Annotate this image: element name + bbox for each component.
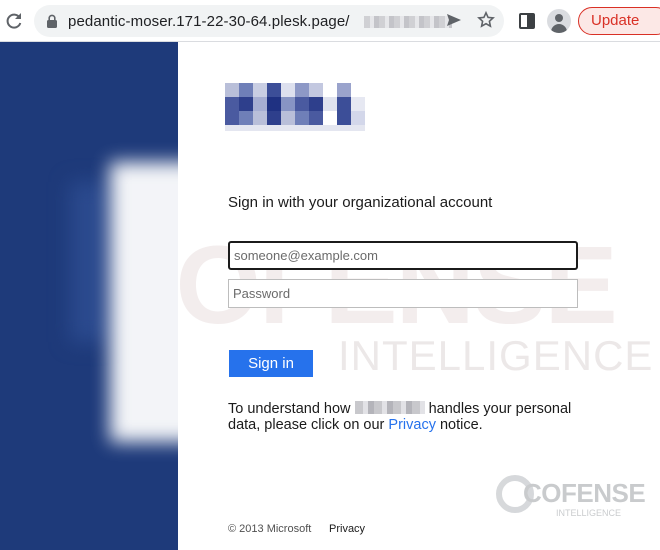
browser-toolbar: pedantic-moser.171-22-30-64.plesk.page/ … — [0, 0, 660, 42]
signin-button[interactable]: Sign in — [229, 350, 313, 377]
star-icon[interactable] — [476, 10, 496, 31]
brand-panel — [0, 42, 178, 550]
password-field[interactable] — [228, 279, 578, 308]
profile-icon[interactable] — [547, 9, 571, 33]
privacy-notice-link[interactable]: Privacy — [388, 417, 436, 433]
lock-icon[interactable] — [46, 14, 58, 28]
url-text[interactable]: pedantic-moser.171-22-30-64.plesk.page/ — [68, 13, 350, 30]
send-icon[interactable] — [444, 11, 464, 31]
redacted-company-name — [354, 401, 425, 414]
address-bar[interactable]: pedantic-moser.171-22-30-64.plesk.page/ — [34, 5, 504, 37]
email-field[interactable] — [228, 241, 578, 270]
watermark-intelligence: INTELLIGENCE — [338, 332, 654, 379]
privacy-notice: To understand how handles your personal … — [228, 401, 572, 433]
reload-icon[interactable] — [4, 11, 24, 31]
sidebar-icon[interactable] — [517, 11, 537, 31]
redacted-url-segment — [364, 16, 452, 28]
footer-privacy-link[interactable]: Privacy — [329, 523, 365, 535]
update-button[interactable]: Update — [578, 7, 660, 35]
blurred-illustration — [110, 162, 178, 442]
signin-heading: Sign in with your organizational account — [228, 194, 493, 211]
redacted-logo — [225, 75, 375, 133]
signin-panel: COFENSE INTELLIGENCE Sign in with your o… — [178, 42, 660, 550]
copyright-text: © 2013 Microsoft — [228, 523, 312, 535]
cofense-logo: COFENSE INTELLIGENCE — [496, 474, 646, 522]
